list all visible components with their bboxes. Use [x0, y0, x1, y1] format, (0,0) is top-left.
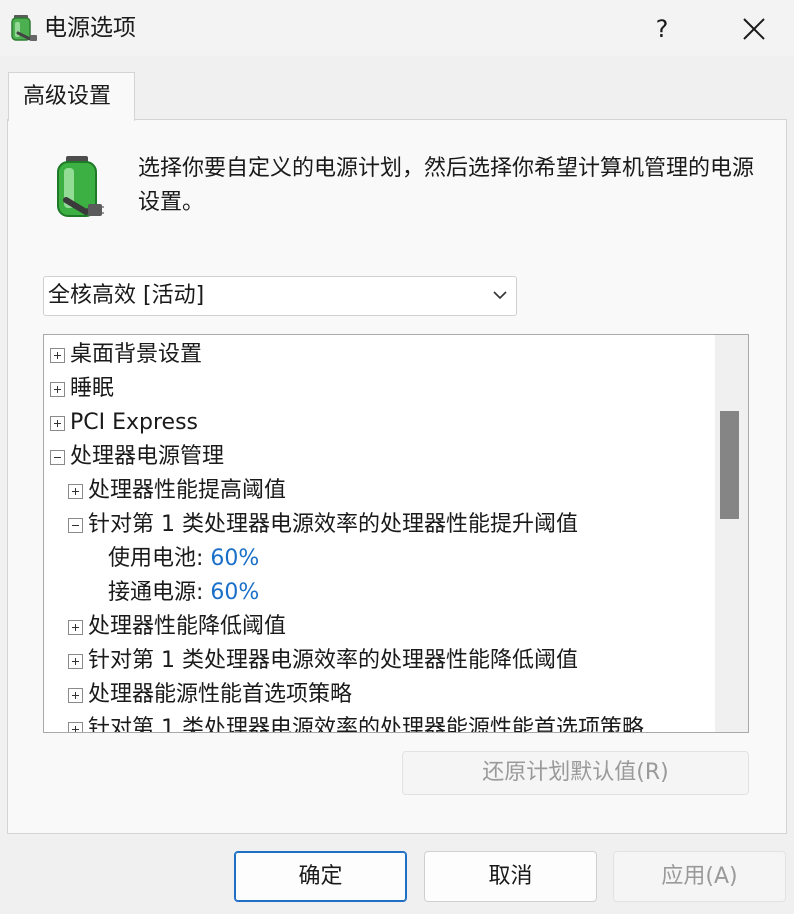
expand-plus-icon[interactable]	[68, 654, 83, 669]
cancel-button[interactable]: 取消	[424, 851, 597, 902]
setting-label: 接通电源:	[108, 580, 204, 605]
tab-label: 高级设置	[23, 84, 112, 109]
ok-button[interactable]: 确定	[234, 851, 407, 902]
expand-plus-icon[interactable]	[68, 722, 83, 732]
scrollbar-thumb[interactable]	[720, 411, 739, 519]
power-options-dialog: 电源选项 ? 高级设置 选择你要自定义的电源计划，然后选择你希望计算机管理的电源…	[0, 0, 794, 914]
expand-plus-icon[interactable]	[68, 688, 83, 703]
tree-item-label: 针对第 1 类处理器电源效率的处理器性能提升阈值	[88, 512, 578, 537]
apply-button[interactable]: 应用(A)	[613, 851, 786, 902]
power-plan-dropdown[interactable]: 全核高效 [活动]	[43, 276, 517, 316]
collapse-minus-icon[interactable]	[68, 518, 83, 533]
title-bar: 电源选项 ?	[0, 0, 794, 56]
tree-item-label: 处理器能源性能首选项策略	[88, 682, 353, 707]
tree-item-label: 处理器性能降低阈值	[88, 614, 287, 639]
chevron-down-icon	[493, 291, 507, 300]
tree-item-label: 针对第 1 类处理器电源效率的处理器能源性能首选项策略	[88, 716, 644, 733]
tree-item-label: 处理器性能提高阈值	[88, 478, 287, 503]
tree-item-label: 处理器电源管理	[70, 444, 225, 469]
tree-item-label: 桌面背景设置	[70, 342, 203, 367]
tree-item-label: 睡眠	[70, 376, 115, 401]
setting-row: 使用电池: 60%	[108, 542, 259, 576]
expand-plus-icon[interactable]	[50, 416, 65, 431]
tree-scrollbar[interactable]	[715, 335, 748, 732]
tab-advanced-settings[interactable]: 高级设置	[8, 72, 135, 121]
power-plan-icon	[11, 15, 37, 41]
expand-plus-icon[interactable]	[50, 382, 65, 397]
battery-plug-icon	[57, 156, 104, 217]
setting-value-link[interactable]: 60%	[210, 580, 259, 605]
help-button[interactable]: ?	[642, 12, 682, 46]
setting-row: 接通电源: 60%	[108, 576, 259, 610]
restore-defaults-button[interactable]: 还原计划默认值(R)	[402, 751, 749, 795]
tree-item-label: 针对第 1 类处理器电源效率的处理器性能降低阈值	[88, 648, 578, 673]
tree-item-label: PCI Express	[70, 410, 199, 435]
expand-plus-icon[interactable]	[68, 620, 83, 635]
collapse-minus-icon[interactable]	[50, 450, 65, 465]
window-title: 电源选项	[44, 15, 136, 41]
close-icon[interactable]	[730, 10, 778, 48]
setting-value-link[interactable]: 60%	[210, 546, 259, 571]
description-text: 选择你要自定义的电源计划，然后选择你希望计算机管理的电源设置。	[138, 156, 755, 215]
settings-tree[interactable]: 桌面背景设置 睡眠 PCI Express 处理器电源管理 处理器性能提高阈值 …	[43, 334, 749, 733]
expand-plus-icon[interactable]	[68, 484, 83, 499]
expand-plus-icon[interactable]	[50, 348, 65, 363]
setting-label: 使用电池:	[108, 546, 204, 571]
dropdown-selected-value: 全核高效 [活动]	[48, 283, 205, 308]
